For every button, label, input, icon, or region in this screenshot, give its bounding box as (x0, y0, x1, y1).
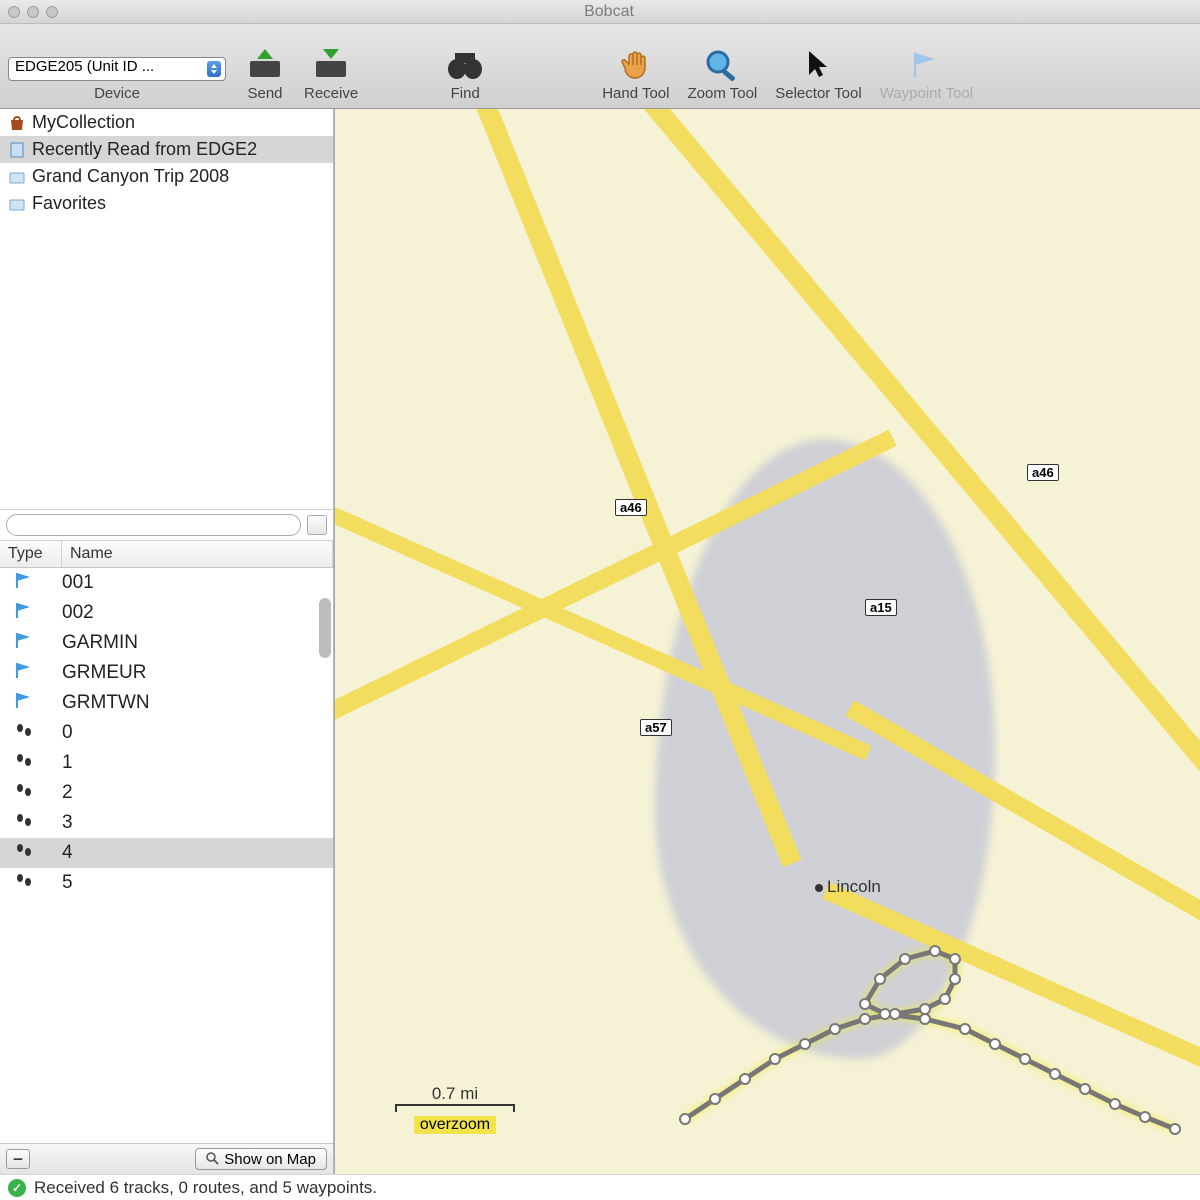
flag-icon (909, 47, 943, 81)
row-name: 1 (62, 752, 333, 774)
row-name: 002 (62, 602, 333, 624)
row-name: GRMEUR (62, 662, 333, 684)
list-row[interactable]: 1 (0, 748, 333, 778)
row-name: 0 (62, 722, 333, 744)
hand-tool-button[interactable]: Hand Tool (602, 47, 669, 102)
waypoint-flag-icon (14, 660, 34, 680)
gps-track (335, 109, 1200, 1174)
show-on-map-button[interactable]: Show on Map (195, 1148, 327, 1170)
row-name: 001 (62, 572, 333, 594)
list-row[interactable]: 002 (0, 598, 333, 628)
waypoint-flag-icon (14, 570, 34, 590)
sidebar-footer: − Show on Map (0, 1143, 333, 1174)
find-label: Find (451, 85, 480, 102)
show-on-map-label: Show on Map (224, 1151, 316, 1168)
send-button[interactable]: Send (244, 47, 286, 102)
sidebar: MyCollection Recently Read from EDGE2 Gr… (0, 109, 334, 1174)
collection-item[interactable]: Favorites (0, 190, 333, 217)
header-type[interactable]: Type (0, 541, 62, 567)
collection-label: Favorites (32, 193, 106, 214)
collection-item[interactable]: MyCollection (0, 109, 333, 136)
status-bar: ✓ Received 6 tracks, 0 routes, and 5 way… (0, 1174, 1200, 1200)
collection-label: MyCollection (32, 112, 135, 133)
hand-tool-label: Hand Tool (602, 85, 669, 102)
list-row[interactable]: 4 (0, 838, 333, 868)
header-name[interactable]: Name (62, 541, 333, 567)
scrollbar-thumb[interactable] (319, 598, 331, 658)
search-row (0, 509, 333, 541)
row-name: 3 (62, 812, 333, 834)
selector-tool-label: Selector Tool (775, 85, 861, 102)
track-footprints-icon (14, 720, 36, 740)
map-canvas[interactable]: a46 a15 a46 a57 Lincoln 0.7 mi overzoom (334, 109, 1200, 1174)
row-name: 4 (62, 842, 333, 864)
collections-pane: MyCollection Recently Read from EDGE2 Gr… (0, 109, 333, 509)
receive-icon (310, 47, 352, 81)
send-icon (244, 47, 286, 81)
titlebar: Bobcat (0, 0, 1200, 24)
waypoint-tool-button[interactable]: Waypoint Tool (880, 47, 973, 102)
track-footprints-icon (14, 810, 36, 830)
list-header: Type Name (0, 541, 333, 568)
list-row[interactable]: GRMTWN (0, 688, 333, 718)
waypoint-tool-label: Waypoint Tool (880, 85, 973, 102)
collection-item[interactable]: Recently Read from EDGE2 (0, 136, 333, 163)
waypoint-flag-icon (14, 630, 34, 650)
magnifier-icon (701, 47, 743, 81)
zoom-tool-button[interactable]: Zoom Tool (687, 47, 757, 102)
device-selector-label: EDGE205 (Unit ID ... (15, 58, 154, 75)
collection-label: Recently Read from EDGE2 (32, 139, 257, 160)
status-text: Received 6 tracks, 0 routes, and 5 waypo… (34, 1178, 377, 1198)
collection-item[interactable]: Grand Canyon Trip 2008 (0, 163, 333, 190)
success-icon: ✓ (8, 1179, 26, 1197)
scale-label: 0.7 mi (432, 1084, 478, 1104)
device-group: EDGE205 (Unit ID ... Device (8, 57, 226, 102)
list-body: 001 002 GARMIN GRMEUR GRMTWN 0 1 2 3 4 5 (0, 568, 333, 1143)
place-label: Lincoln (815, 877, 881, 897)
folder-icon (8, 168, 26, 186)
row-name: 2 (62, 782, 333, 804)
list-row[interactable]: GARMIN (0, 628, 333, 658)
receive-button[interactable]: Receive (304, 47, 358, 102)
list-row[interactable]: 2 (0, 778, 333, 808)
hand-icon (615, 47, 657, 81)
scale-bar: 0.7 mi overzoom (395, 1084, 515, 1134)
list-row[interactable]: GRMEUR (0, 658, 333, 688)
row-name: GRMTWN (62, 692, 333, 714)
track-footprints-icon (14, 780, 36, 800)
track-footprints-icon (14, 840, 36, 860)
cursor-icon (801, 47, 835, 81)
waypoint-flag-icon (14, 690, 34, 710)
collection-label: Grand Canyon Trip 2008 (32, 166, 229, 187)
track-footprints-icon (14, 750, 36, 770)
list-row[interactable]: 001 (0, 568, 333, 598)
device-selector[interactable]: EDGE205 (Unit ID ... (8, 57, 226, 81)
toolbar: EDGE205 (Unit ID ... Device Send Receive… (0, 24, 1200, 109)
bag-icon (8, 114, 26, 132)
device-group-label: Device (94, 85, 140, 102)
list-row[interactable]: 3 (0, 808, 333, 838)
document-icon (8, 141, 26, 159)
folder-icon (8, 195, 26, 213)
magnifier-icon (206, 1152, 220, 1166)
selector-tool-button[interactable]: Selector Tool (775, 47, 861, 102)
window-title: Bobcat (18, 3, 1200, 21)
filter-button[interactable] (307, 515, 327, 535)
binoculars-icon (444, 47, 486, 81)
waypoint-flag-icon (14, 600, 34, 620)
row-name: 5 (62, 872, 333, 894)
find-button[interactable]: Find (444, 47, 486, 102)
send-label: Send (247, 85, 282, 102)
overzoom-label: overzoom (414, 1116, 496, 1134)
row-name: GARMIN (62, 632, 333, 654)
receive-label: Receive (304, 85, 358, 102)
zoom-tool-label: Zoom Tool (687, 85, 757, 102)
track-footprints-icon (14, 870, 36, 890)
remove-button[interactable]: − (6, 1149, 30, 1169)
list-row[interactable]: 5 (0, 868, 333, 898)
list-row[interactable]: 0 (0, 718, 333, 748)
search-input[interactable] (6, 514, 301, 536)
